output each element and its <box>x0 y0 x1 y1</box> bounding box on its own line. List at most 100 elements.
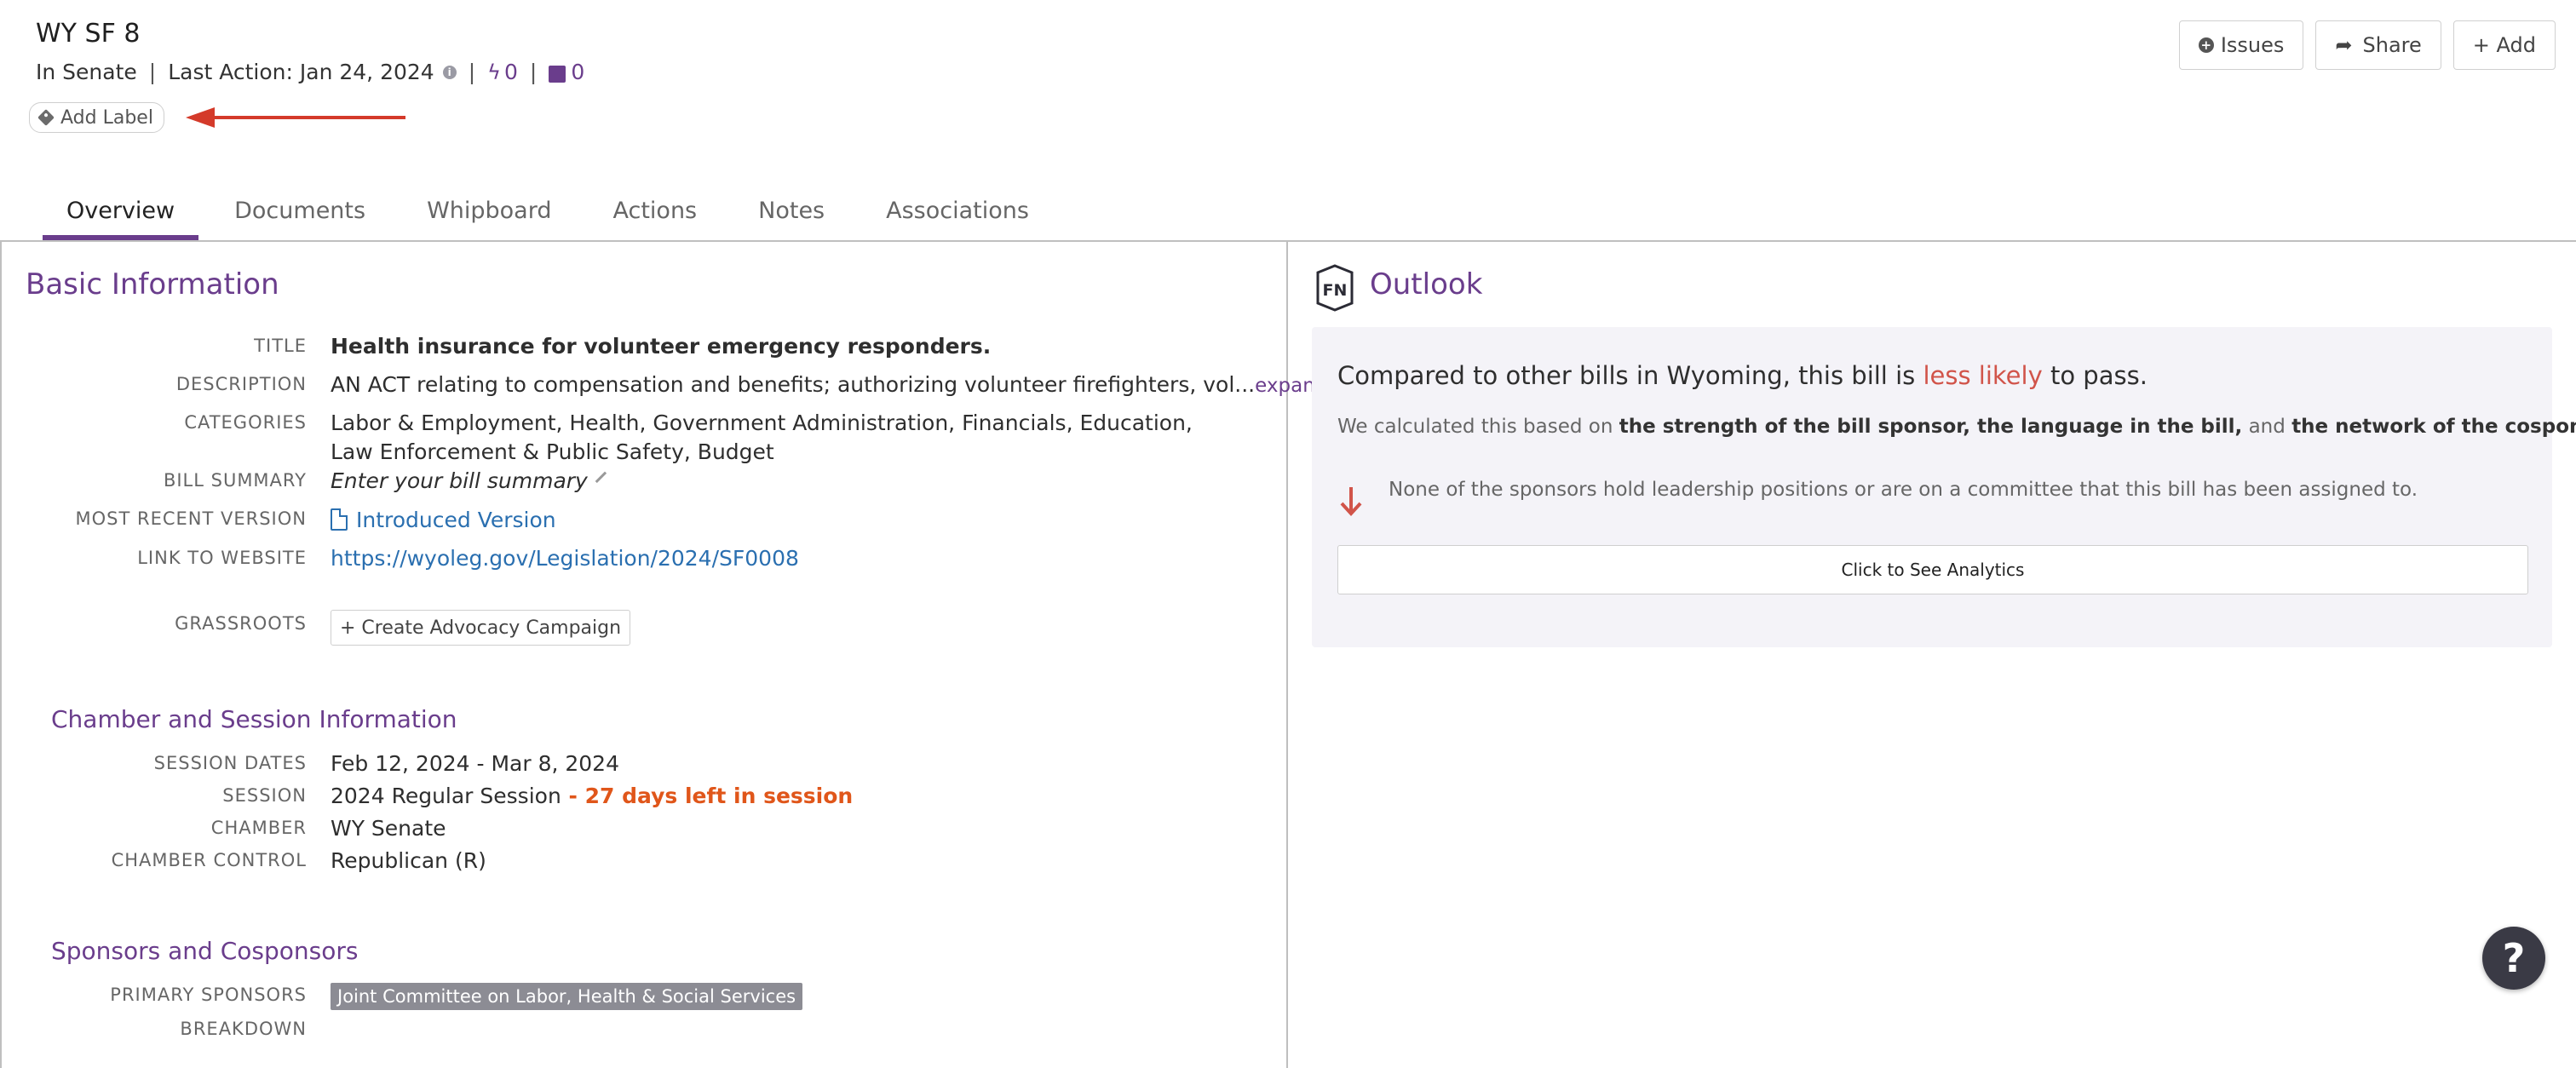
see-analytics-button[interactable]: Click to See Analytics <box>1337 545 2528 594</box>
tab-notes[interactable]: Notes <box>733 186 850 240</box>
outlook-calculation: We calculated this based on the strength… <box>1337 416 2576 438</box>
description-value: AN ACT relating to compensation and bene… <box>331 370 1327 400</box>
logo-text: FN <box>1323 281 1348 300</box>
bill-summary-row: BILL SUMMARY Enter your bill summary <box>2 467 615 496</box>
add-label-text: Add Label <box>60 106 153 129</box>
sponsors-heading: Sponsors and Cosponsors <box>51 937 359 965</box>
website-row: LINK TO WEBSITE https://wyoleg.gov/Legis… <box>2 544 799 573</box>
calc-text: We calculated this based on <box>1337 416 1619 438</box>
grassroots-row: GRASSROOTS + Create Advocacy Campaign <box>2 610 631 646</box>
categories-value: Labor & Employment, Health, Government A… <box>331 409 1193 467</box>
chamber-row: CHAMBER WY Senate <box>2 814 446 843</box>
session-remaining: - 27 days left in session <box>561 784 854 808</box>
lightning-icon: ϟ <box>487 60 501 84</box>
basic-info-heading: Basic Information <box>26 267 279 301</box>
version-text: Introduced Version <box>356 508 556 532</box>
primary-sponsors-row: PRIMARY SPONSORS Joint Committee on Labo… <box>2 981 803 1010</box>
chamber-heading: Chamber and Session Information <box>51 705 457 733</box>
breakdown-label: BREAKDOWN <box>180 1019 307 1039</box>
info-icon[interactable]: i <box>442 65 457 79</box>
version-link[interactable]: Introduced Version <box>331 505 556 535</box>
tab-documents[interactable]: Documents <box>209 186 391 240</box>
issues-label: Issues <box>2220 33 2285 57</box>
chamber-label: CHAMBER <box>210 818 307 838</box>
tab-whipboard[interactable]: Whipboard <box>401 186 577 240</box>
calc-text: and <box>2242 416 2292 438</box>
create-campaign-button[interactable]: + Create Advocacy Campaign <box>331 610 631 646</box>
tab-associations[interactable]: Associations <box>860 186 1055 240</box>
help-button[interactable]: ? <box>2482 927 2545 990</box>
overview-panel: Basic Information TITLE Health insurance… <box>0 242 1327 1068</box>
sponsor-chip[interactable]: Joint Committee on Labor, Health & Socia… <box>331 983 803 1010</box>
breakdown-row: BREAKDOWN <box>2 1015 331 1039</box>
summary-editor[interactable]: Enter your bill summary <box>331 467 615 496</box>
tab-bar: Overview Documents Whipboard Actions Not… <box>43 186 1065 240</box>
note-icon <box>549 65 566 83</box>
title-value: Health insurance for volunteer emergency… <box>331 334 992 359</box>
summary-label: BILL SUMMARY <box>163 470 307 491</box>
issues-button[interactable]: + Issues <box>2178 20 2304 70</box>
outlook-card: Compared to other bills in Wyoming, this… <box>1312 327 2576 647</box>
session-name: 2024 Regular Session <box>331 784 561 808</box>
session-dates-row: SESSION DATES Feb 12, 2024 - Mar 8, 2024 <box>2 749 619 778</box>
arrow-down-icon <box>1340 487 1362 516</box>
categories-label: CATEGORIES <box>184 412 307 433</box>
separator: | <box>468 60 476 84</box>
outlook-title: Outlook <box>1370 267 1483 301</box>
headline-text: Compared to other bills in Wyoming, this… <box>1337 361 1923 390</box>
toolbar: + Issues ➦ Share + Add <box>2178 20 2556 70</box>
pencil-icon[interactable] <box>595 471 615 491</box>
separator: | <box>148 60 157 84</box>
primary-sponsors-value: Joint Committee on Labor, Health & Socia… <box>331 981 803 1010</box>
session-value: 2024 Regular Session - 27 days left in s… <box>331 782 853 811</box>
last-action: Last Action: Jan 24, 2024 <box>168 60 434 84</box>
likelihood-text: less likely <box>1923 361 2043 390</box>
session-dates-value: Feb 12, 2024 - Mar 8, 2024 <box>331 751 619 776</box>
tab-actions[interactable]: Actions <box>588 186 723 240</box>
plus-circle-icon: + <box>2198 37 2214 53</box>
session-label: SESSION <box>222 785 307 806</box>
title-row: TITLE Health insurance for volunteer eme… <box>2 332 991 361</box>
website-label: LINK TO WEBSITE <box>137 548 307 568</box>
calc-factor: the strength of the bill sponsor, the la… <box>1619 416 2243 438</box>
tab-overview[interactable]: Overview <box>43 186 199 240</box>
session-row: SESSION 2024 Regular Session - 27 days l… <box>2 782 853 811</box>
description-text: AN ACT relating to compensation and bene… <box>331 372 1256 397</box>
tag-icon <box>37 109 55 126</box>
chamber-control-row: CHAMBER CONTROL Republican (R) <box>2 847 486 876</box>
website-link[interactable]: https://wyoleg.gov/Legislation/2024/SF00… <box>331 544 799 573</box>
bill-meta: In Senate | Last Action: Jan 24, 2024 i … <box>36 60 584 84</box>
calc-factor: the network of the cosponsors. <box>2291 416 2576 438</box>
add-button[interactable]: + Add <box>2452 20 2556 70</box>
actions-count[interactable]: 0 <box>504 60 518 84</box>
separator: | <box>529 60 538 84</box>
reason-text: None of the sponsors hold leadership pos… <box>1389 479 2418 501</box>
version-row: MOST RECENT VERSION Introduced Version <box>2 505 556 535</box>
title-label: TITLE <box>254 336 307 356</box>
grassroots-label: GRASSROOTS <box>175 613 307 634</box>
outlook-reason: None of the sponsors hold leadership pos… <box>1337 479 2418 516</box>
fiscalnote-logo-icon: FN <box>1316 264 1354 312</box>
description-label: DESCRIPTION <box>175 374 307 394</box>
chamber-value: WY Senate <box>331 816 446 841</box>
share-button[interactable]: ➦ Share <box>2315 20 2441 70</box>
version-label: MOST RECENT VERSION <box>75 508 307 529</box>
primary-sponsors-label: PRIMARY SPONSORS <box>110 985 307 1005</box>
bill-status: In Senate <box>36 60 137 84</box>
description-row: DESCRIPTION AN ACT relating to compensat… <box>2 370 1328 400</box>
categories-line: Law Enforcement & Public Safety, Budget <box>331 439 774 464</box>
share-label: Share <box>2362 33 2422 57</box>
outlook-panel: FN Outlook Compared to other bills in Wy… <box>1288 242 2576 1068</box>
add-label-button[interactable]: Add Label <box>29 102 164 133</box>
share-icon: ➦ <box>2335 33 2353 57</box>
document-icon <box>331 508 348 531</box>
bill-header: WY SF 8 In Senate | Last Action: Jan 24,… <box>0 0 2576 240</box>
headline-text: to pass. <box>2042 361 2148 390</box>
categories-row: CATEGORIES Labor & Employment, Health, G… <box>2 409 1193 467</box>
notes-count[interactable]: 0 <box>571 60 584 84</box>
outlook-headline: Compared to other bills in Wyoming, this… <box>1337 361 2148 390</box>
bill-title: WY SF 8 <box>36 19 141 49</box>
categories-line: Labor & Employment, Health, Government A… <box>331 411 1193 435</box>
chamber-control-label: CHAMBER CONTROL <box>111 850 307 870</box>
grassroots-value: + Create Advocacy Campaign <box>331 610 631 646</box>
